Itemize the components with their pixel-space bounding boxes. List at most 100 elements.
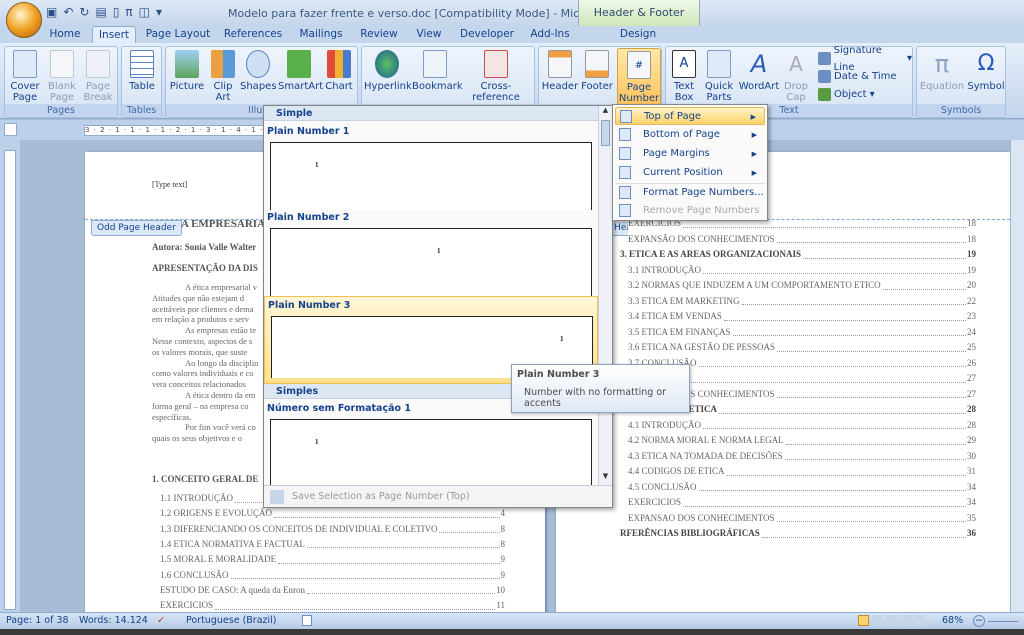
word-count[interactable]: Words: 14.124 [79, 615, 148, 626]
smartart-button[interactable]: SmartArt [278, 50, 323, 92]
tab-add-ins[interactable]: Add-Ins [528, 26, 572, 43]
menu-item-remove-page-numbers[interactable]: Remove Page Numbers [615, 202, 765, 220]
toc-entry[interactable]: 3.4 ETICA EM VENDAS 23 [628, 309, 976, 325]
toc-entry[interactable]: 1.6 CONCLUSÃO 9 [160, 567, 505, 583]
signature-line-button[interactable]: Signature Line ▾ [818, 45, 912, 73]
text-box-button[interactable]: A Text Box [668, 50, 700, 103]
footer-button[interactable]: Footer [579, 50, 615, 92]
table-button[interactable]: Table [124, 50, 160, 92]
toc-entry[interactable]: 1.3 DIFERENCIANDO OS CONCEITOS DE INDIVI… [160, 521, 505, 538]
toc-entry[interactable]: 3. ETICA E AS AREAS ORGANIZACIONAIS 19 [620, 247, 976, 263]
tab-insert[interactable]: Insert [92, 26, 136, 43]
menu-item-page-margins[interactable]: Page Margins ▶ [615, 145, 765, 163]
paragraph-line: A ética empresarial v [185, 282, 257, 292]
date-time-button[interactable]: Date & Time [818, 68, 897, 85]
page-break-button[interactable]: Page Break [81, 50, 115, 103]
page-count[interactable]: Page: 1 of 38 [6, 615, 69, 626]
zoom-level[interactable]: 68% [942, 615, 963, 626]
tab-mailings[interactable]: Mailings [296, 26, 346, 43]
language[interactable]: Portuguese (Brazil) [186, 615, 277, 626]
quick-parts-button[interactable]: Quick Parts [702, 50, 736, 103]
tab-review[interactable]: Review [358, 26, 400, 43]
toc-entry[interactable]: 4.4 CODIGOS DE ETICA 31 [628, 464, 976, 480]
tab-view[interactable]: View [412, 26, 446, 43]
toc-entry[interactable]: RFERÊNCIAS BIBLIOGRÁFICAS 36 [620, 526, 976, 542]
tab-page-layout[interactable]: Page Layout [144, 26, 212, 43]
page-number-button[interactable]: # Page Number [617, 48, 661, 106]
toc-leader [732, 325, 966, 336]
tab-home[interactable]: Home [46, 26, 84, 43]
bookmark-button[interactable]: Bookmark [412, 50, 463, 92]
scroll-thumb[interactable] [601, 120, 610, 146]
toc-entry[interactable]: 4.2 NORMA MORAL E NORMA LEGAL 29 [628, 433, 976, 449]
scroll-up-icon[interactable]: ▲ [599, 106, 612, 120]
toc-entry[interactable]: 4.5 CONCLUSÃO 34 [628, 479, 976, 495]
redo-icon[interactable]: ↻ [79, 5, 89, 19]
cross-reference-button[interactable]: Cross-reference [460, 50, 532, 103]
save-icon[interactable]: ▣ [46, 5, 57, 19]
vertical-scrollbar[interactable] [1010, 140, 1024, 612]
chart-button[interactable]: Chart [322, 50, 356, 92]
customize-qat-icon[interactable]: ▾ [156, 5, 162, 19]
zoom-out-icon[interactable]: − [973, 615, 985, 627]
menu-item-bottom-of-page[interactable]: Bottom of Page ▶ [615, 126, 765, 144]
blank-page-button[interactable]: Blank Page [45, 50, 79, 103]
proofing-icon[interactable]: ✓ [157, 615, 165, 626]
picture-button[interactable]: Picture [168, 50, 206, 92]
print-layout-view-icon[interactable] [858, 615, 869, 626]
office-button[interactable] [6, 2, 42, 38]
tab-design[interactable]: Design [610, 26, 666, 43]
macro-record-icon[interactable] [302, 615, 312, 626]
tab-selector[interactable] [4, 123, 17, 136]
drop-cap-button[interactable]: A Drop Cap [780, 50, 812, 103]
toc-entry[interactable]: 3.5 ETICA EM FINANÇAS 24 [628, 324, 976, 340]
scroll-down-icon[interactable]: ▼ [599, 472, 612, 486]
hyperlink-button[interactable]: Hyperlink [364, 50, 412, 92]
header-placeholder[interactable]: [Type text] [152, 180, 187, 189]
zoom-slider[interactable] [988, 621, 1018, 622]
toc-entry[interactable]: 3.3 ETICA EM MARKETING 22 [628, 293, 976, 309]
tab-developer[interactable]: Developer [458, 26, 516, 43]
full-screen-reading-icon[interactable] [872, 615, 883, 626]
toc-leader [230, 568, 500, 579]
toc-entry[interactable]: EXERCICIOS 34 [628, 495, 976, 511]
wordart-button[interactable]: A WordArt [738, 50, 780, 92]
toc-entry[interactable]: 3.2 NORMAS QUE INDUZEM A UM COMPORTAMENT… [628, 278, 976, 294]
menu-item-current-position[interactable]: Current Position ▶ [615, 164, 765, 182]
web-layout-icon[interactable] [886, 615, 897, 626]
toc-page-number: 10 [496, 584, 505, 595]
toc-entry[interactable]: ESTUDO DE CASO: A queda da Enron 10 [160, 582, 505, 599]
new-icon[interactable]: ▯ [113, 5, 120, 19]
toc-entry[interactable]: 4.3 ETICA NA TOMADA DE DECISÕES 30 [628, 448, 976, 464]
outline-view-icon[interactable] [900, 615, 911, 626]
gallery-scrollbar[interactable]: ▲ ▼ [598, 106, 612, 486]
save-selection-button[interactable]: Save Selection as Page Number (Top) [264, 485, 612, 507]
toc-entry[interactable]: 1.4 ETICA NORMATIVA E FACTUAL 8 [160, 536, 505, 553]
draft-view-icon[interactable] [914, 615, 925, 626]
toc-entry[interactable]: EXPANSAO DOS CONHECIMENTOS 35 [628, 510, 976, 526]
toc-entry[interactable]: 1.5 MORAL E MORALIDADE 9 [160, 552, 505, 568]
toc-entry[interactable]: 4.1 INTRODUÇÃO 28 [628, 417, 976, 433]
open-icon[interactable]: ▤ [95, 5, 106, 19]
toc-entry-title: 3. ETICA E AS AREAS ORGANIZACIONAIS [620, 247, 803, 263]
pi-icon[interactable]: π [125, 5, 132, 19]
undo-icon[interactable]: ↶ [63, 5, 73, 19]
header-button[interactable]: Header [541, 50, 579, 92]
clip-art-button[interactable]: Clip Art [208, 50, 238, 103]
equation-button[interactable]: π Equation [919, 50, 965, 92]
menu-item-top-of-page[interactable]: Top of Page ▶ [615, 107, 765, 125]
toc-entry[interactable]: EXPANSÃO DOS CONHECIMENTOS 18 [628, 231, 976, 247]
print-preview-icon[interactable]: ◫ [139, 5, 150, 19]
toc-entry[interactable]: 1.2 ORIGENS E EVOLUÇÃO 4 [160, 506, 505, 522]
shapes-button[interactable]: Shapes [240, 50, 277, 92]
toc-leader [776, 387, 966, 398]
menu-item-format-page-numbers[interactable]: Format Page Numbers... [615, 183, 765, 201]
gallery-item-plain-number-1[interactable]: Plain Number 1 1 [264, 123, 598, 210]
symbol-button[interactable]: Ω Symbol [967, 50, 1005, 92]
toc-entry[interactable]: 3.1 INTRODUÇÃO 19 [628, 262, 976, 278]
toc-entry[interactable]: 3.6 ETICA NA GESTÃO DE PESSOAS 25 [628, 340, 976, 356]
tab-references[interactable]: References [222, 26, 284, 43]
gallery-item-plain-number-2[interactable]: Plain Number 2 1 [264, 209, 598, 296]
cover-page-button[interactable]: Cover Page [7, 50, 43, 103]
object-button[interactable]: Object ▾ [818, 86, 875, 103]
